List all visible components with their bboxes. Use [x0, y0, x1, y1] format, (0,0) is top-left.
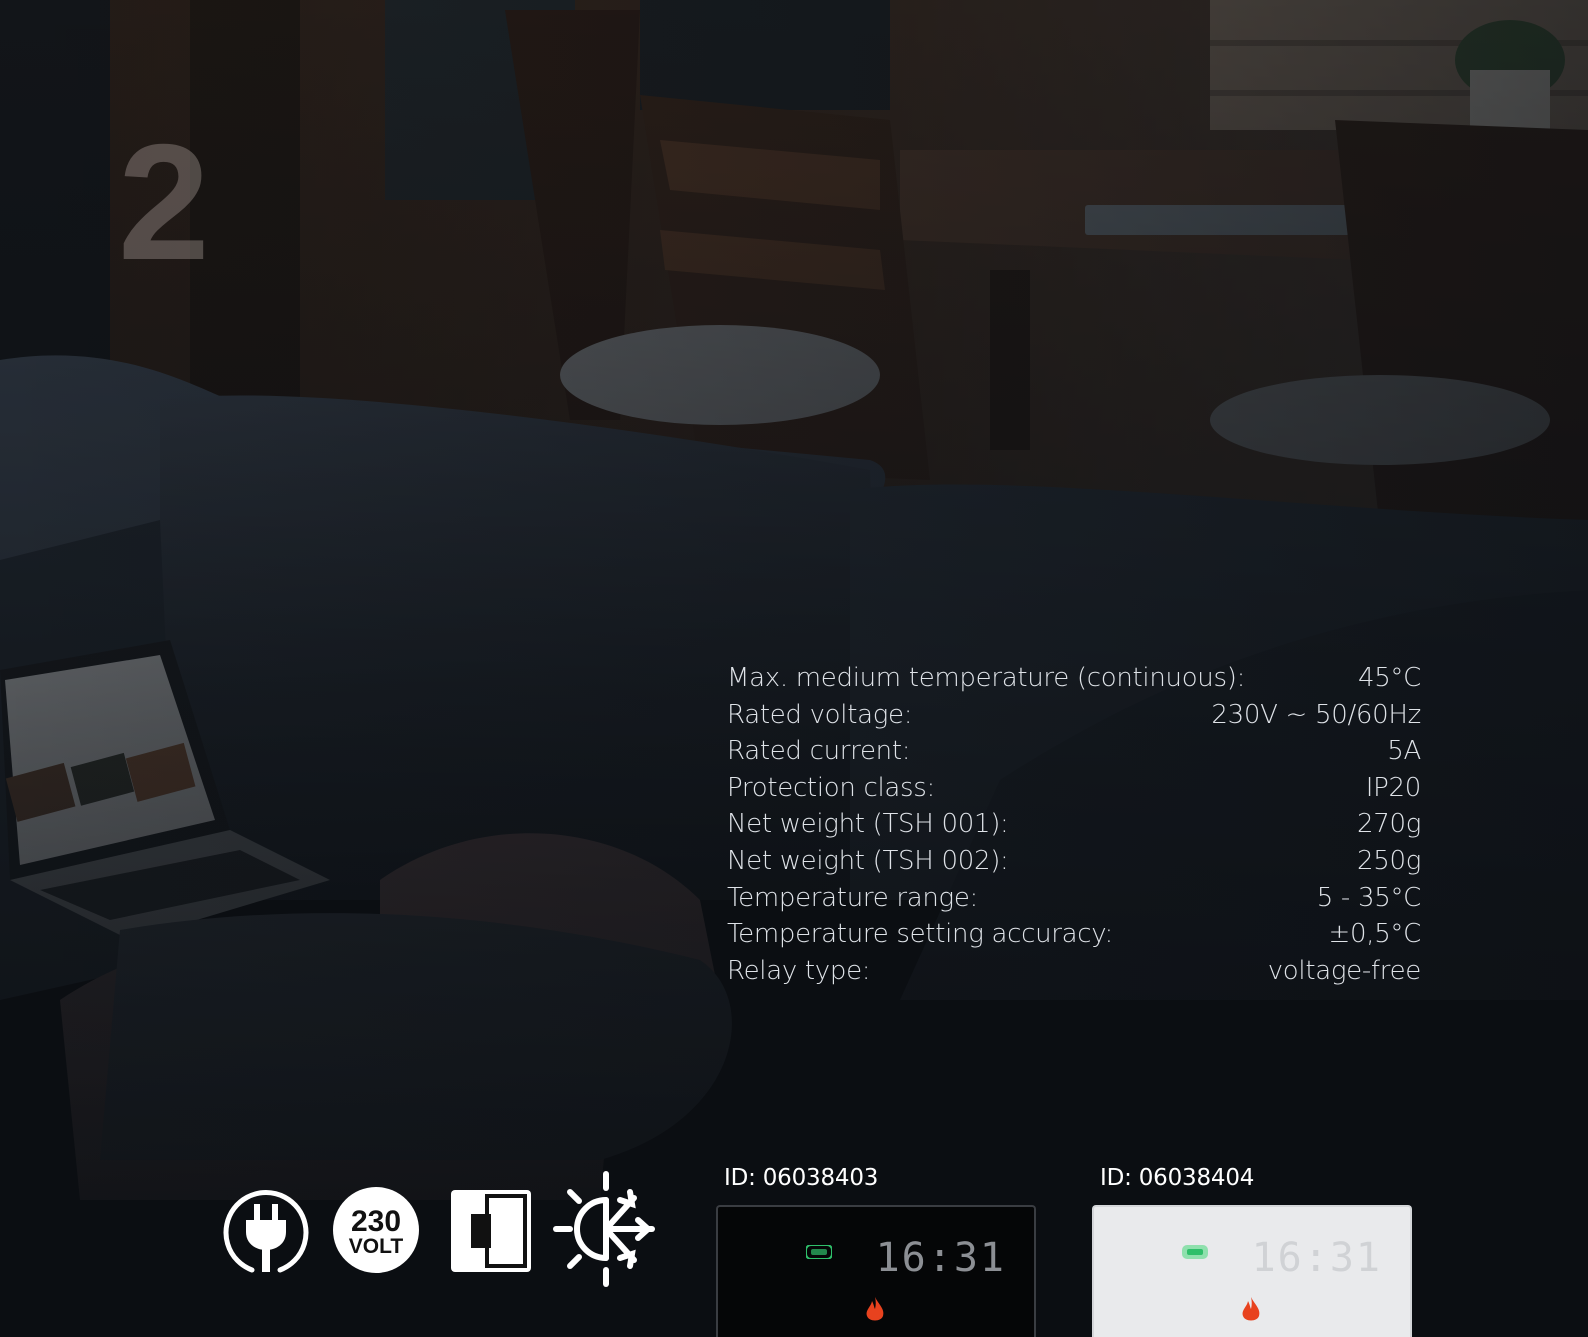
product-card-white: ID: 06038404 16:31	[1092, 1165, 1412, 1337]
spec-value: 270g	[1356, 809, 1421, 840]
product-id: ID: 06038404	[1100, 1165, 1255, 1191]
spec-value: 230V ~ 50/60Hz	[1211, 699, 1421, 730]
spec-table: Max. medium temperature (continuous): 45…	[727, 660, 1421, 989]
device-time: 16:31	[1251, 1235, 1382, 1281]
spec-row: Temperature setting accuracy: ±0,5°C	[727, 916, 1421, 953]
spec-value: 5 - 35°C	[1316, 882, 1422, 913]
spec-row: Net weight (TSH 002): 250g	[727, 843, 1421, 880]
wifi-indicator-icon	[806, 1245, 832, 1259]
voltage-unit: VOLT	[349, 1235, 404, 1258]
wall-mount-icon	[451, 1190, 531, 1272]
spec-value: voltage-free	[1267, 955, 1422, 986]
feature-icons: 230 VOLT	[222, 1170, 667, 1295]
spec-label: Net weight (TSH 002):	[727, 845, 1009, 876]
page-number: 2	[118, 110, 210, 294]
spec-row: Relay type: voltage-free	[727, 953, 1421, 990]
heating-cooling-icon	[553, 1171, 655, 1287]
spec-row: Net weight (TSH 001): 270g	[727, 806, 1421, 843]
spec-label: Max. medium temperature (continuous):	[727, 663, 1246, 693]
spec-value: 5A	[1387, 736, 1421, 767]
spec-label: Temperature range:	[727, 882, 979, 913]
product-id: ID: 06038403	[724, 1165, 879, 1191]
spec-label: Rated voltage:	[727, 699, 913, 730]
spec-value: 250g	[1356, 845, 1421, 876]
voltage-230-icon: 230 VOLT	[333, 1187, 419, 1273]
flame-icon	[1242, 1297, 1260, 1321]
plug-icon	[223, 1190, 309, 1273]
spec-value: IP20	[1365, 772, 1422, 803]
spec-row: Rated voltage: 230V ~ 50/60Hz	[727, 697, 1421, 734]
spec-value: ±0,5°C	[1328, 919, 1422, 950]
spec-row: Protection class: IP20	[727, 770, 1421, 807]
spec-label: Net weight (TSH 001):	[727, 809, 1009, 840]
flame-icon	[866, 1297, 884, 1321]
spec-value: 45°C	[1357, 663, 1421, 693]
wifi-indicator-icon	[1182, 1245, 1208, 1259]
spec-label: Relay type:	[727, 955, 871, 986]
thermostat-black-image: 16:31	[716, 1205, 1036, 1337]
product-card-black: ID: 06038403 16:31	[716, 1165, 1036, 1337]
device-time: 16:31	[875, 1235, 1006, 1281]
voltage-value: 230	[351, 1205, 401, 1238]
thermostat-white-image: 16:31	[1092, 1205, 1412, 1337]
spec-row: Rated current: 5A	[727, 733, 1421, 770]
spec-label: Temperature setting accuracy:	[727, 919, 1113, 950]
spec-row: Max. medium temperature (continuous): 45…	[727, 660, 1421, 697]
spec-label: Rated current:	[727, 736, 911, 767]
spec-row: Temperature range: 5 - 35°C	[727, 880, 1421, 917]
spec-label: Protection class:	[727, 772, 936, 803]
